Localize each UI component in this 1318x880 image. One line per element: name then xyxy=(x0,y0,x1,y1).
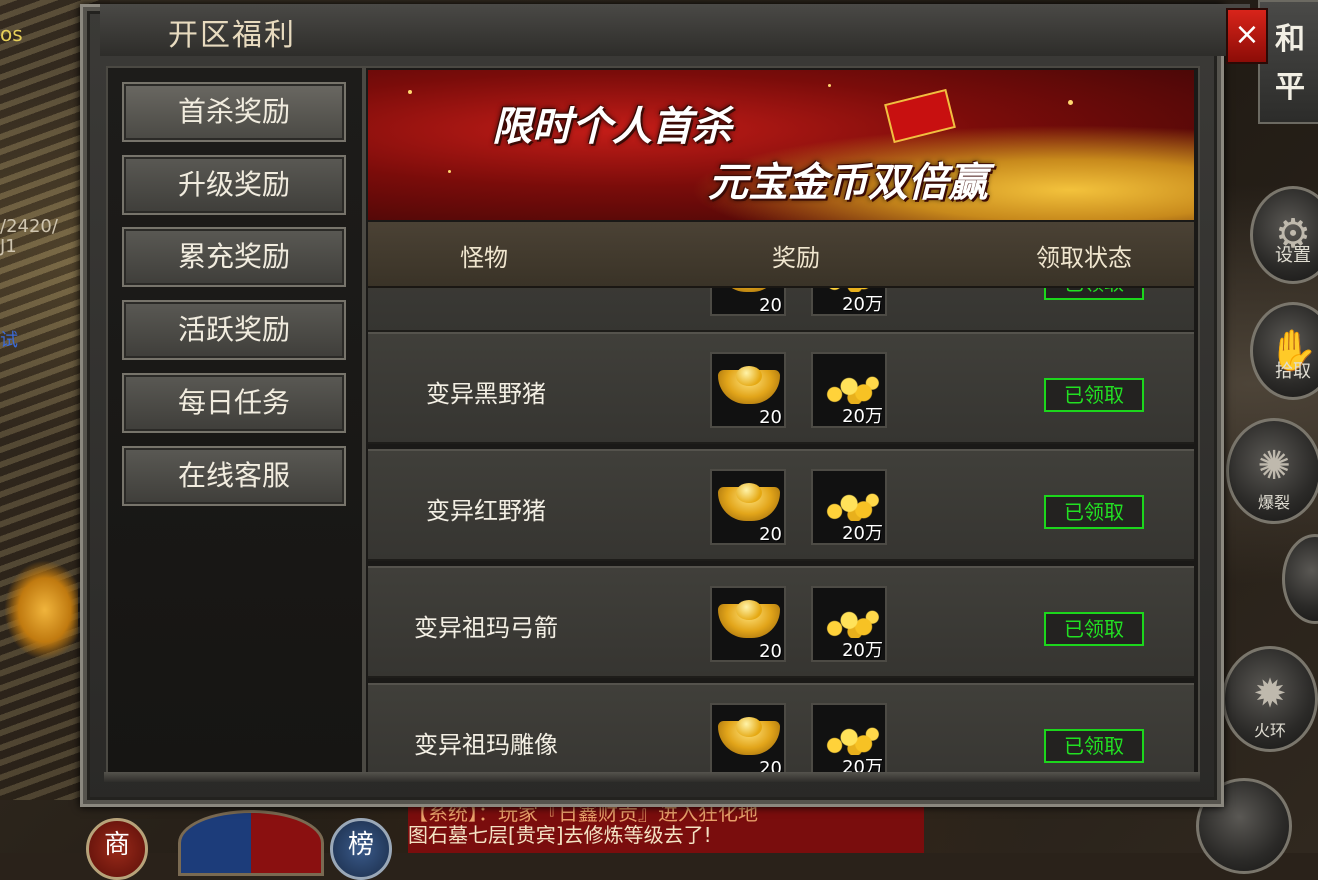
hp-mp-orb xyxy=(178,810,324,876)
nav-first-kill[interactable]: 首杀奖励 xyxy=(122,82,346,142)
ingot-reward-slot[interactable]: 20 xyxy=(710,288,786,316)
reward-rows[interactable]: 20 20万 已领取 变异黑野猪 20 20万 已领取 变异红野猪 xyxy=(368,288,1194,772)
ingot-top xyxy=(736,483,762,503)
ingot-reward-slot[interactable]: 20 xyxy=(710,703,786,772)
left-partial-text: os xyxy=(0,22,23,46)
red-envelope-icon xyxy=(884,88,956,144)
table-row: 变异黑野猪 20 20万 已领取 xyxy=(368,332,1194,444)
claim-status[interactable]: 已领取 xyxy=(1044,378,1144,412)
flame-icon: ✺ xyxy=(1257,443,1291,489)
nav-daily-task[interactable]: 每日任务 xyxy=(122,373,346,433)
peace-char-1: 和 xyxy=(1275,22,1305,57)
table-header: 怪物 奖励 领取状态 xyxy=(368,222,1194,288)
reward-qty: 20万 xyxy=(842,757,883,772)
left-partial-name: 试 xyxy=(0,330,18,351)
header-status: 领取状态 xyxy=(1036,244,1132,272)
peace-char-2: 平 xyxy=(1275,70,1305,105)
reward-qty: 20 xyxy=(759,641,782,662)
header-monster: 怪物 xyxy=(460,244,508,272)
ingot-reward-slot[interactable]: 20 xyxy=(710,469,786,545)
left-partial-level: J1 xyxy=(0,236,17,257)
nav-recharge[interactable]: 累充奖励 xyxy=(122,227,346,287)
close-button[interactable]: × xyxy=(1226,8,1268,64)
ingot-reward-slot[interactable]: 20 xyxy=(710,352,786,428)
reward-qty: 20 xyxy=(759,295,782,316)
ingot-icon xyxy=(718,288,780,292)
spark xyxy=(1068,100,1073,105)
chat-line-1: 【系统】：玩家『日鑫财贡』进入狂化地 xyxy=(408,806,758,825)
nav-activity[interactable]: 活跃奖励 xyxy=(122,300,346,360)
reward-qty: 20 xyxy=(759,524,782,545)
monster-name: 变异黑野猪 xyxy=(426,380,546,408)
ingot-top xyxy=(736,717,762,737)
table-row: 变异祖玛弓箭 20 20万 已领取 xyxy=(368,566,1194,678)
fire-ring-skill-button[interactable]: ✹ 火环 xyxy=(1222,646,1318,752)
header-reward: 奖励 xyxy=(772,244,820,272)
monster-name: 变异祖玛雕像 xyxy=(414,731,558,759)
reward-nav: 首杀奖励 升级奖励 累充奖励 活跃奖励 每日任务 在线客服 xyxy=(106,66,364,774)
table-row: 20 20万 已领取 xyxy=(368,288,1194,332)
claim-status[interactable]: 已领取 xyxy=(1044,288,1144,300)
ingot-top xyxy=(736,366,762,386)
monster-name: 变异祖玛弓箭 xyxy=(414,614,558,642)
dialog-title: 开区福利 xyxy=(168,18,296,53)
ingot-top xyxy=(736,600,762,620)
reward-content: 限时个人首杀 元宝金币双倍赢 怪物 奖励 领取状态 20 20万 已领取 变异黑… xyxy=(364,66,1200,774)
burst-skill-button[interactable]: ✺ 爆裂 xyxy=(1226,418,1318,524)
system-chat: 【系统】：玩家『日鑫财贡』进入狂化地 图石墓七层[贵宾]去修炼等级去了! xyxy=(408,806,924,853)
claim-status[interactable]: 已领取 xyxy=(1044,495,1144,529)
claim-status[interactable]: 已领取 xyxy=(1044,729,1144,763)
reward-qty: 20万 xyxy=(842,406,883,427)
gold-reward-slot[interactable]: 20万 xyxy=(811,469,887,545)
reward-qty: 20 xyxy=(759,407,782,428)
first-kill-banner: 限时个人首杀 元宝金币双倍赢 xyxy=(368,70,1194,220)
dialog-bottom-trim xyxy=(104,772,1200,782)
monster-name: 变异红野猪 xyxy=(426,497,546,525)
claim-status[interactable]: 已领取 xyxy=(1044,612,1144,646)
reward-qty: 20万 xyxy=(842,523,883,544)
spark xyxy=(448,170,451,173)
banner-line-2: 元宝金币双倍赢 xyxy=(708,160,988,206)
chat-line-2: 图石墓七层[贵宾]去修炼等级去了! xyxy=(408,823,712,847)
table-row: 变异祖玛雕像 20 20万 已领取 xyxy=(368,683,1194,772)
ingot-reward-slot[interactable]: 20 xyxy=(710,586,786,662)
shop-button[interactable]: 商 xyxy=(86,818,148,880)
gold-reward-slot[interactable]: 20万 xyxy=(811,586,887,662)
reward-qty: 20万 xyxy=(842,640,883,661)
left-orb xyxy=(4,560,78,660)
spark xyxy=(828,84,831,87)
reward-qty: 20 xyxy=(759,758,782,772)
banner-line-1: 限时个人首杀 xyxy=(492,104,732,150)
gold-reward-slot[interactable]: 20万 xyxy=(811,703,887,772)
table-row: 变异红野猪 20 20万 已领取 xyxy=(368,449,1194,561)
nav-support[interactable]: 在线客服 xyxy=(122,446,346,506)
spark xyxy=(408,90,412,94)
gold-reward-slot[interactable]: 20万 xyxy=(811,352,887,428)
reward-qty: 20万 xyxy=(842,294,883,315)
gold-coins-icon xyxy=(823,606,881,638)
gold-coins-icon xyxy=(823,723,881,755)
gold-reward-slot[interactable]: 20万 xyxy=(811,288,887,316)
nav-level-up[interactable]: 升级奖励 xyxy=(122,155,346,215)
left-partial-hp: /2420/ xyxy=(0,216,58,237)
fire-ring-icon: ✹ xyxy=(1253,671,1287,717)
gold-coins-icon xyxy=(823,372,881,404)
ranking-button[interactable]: 榜 xyxy=(330,818,392,880)
gold-coins-icon xyxy=(823,489,881,521)
